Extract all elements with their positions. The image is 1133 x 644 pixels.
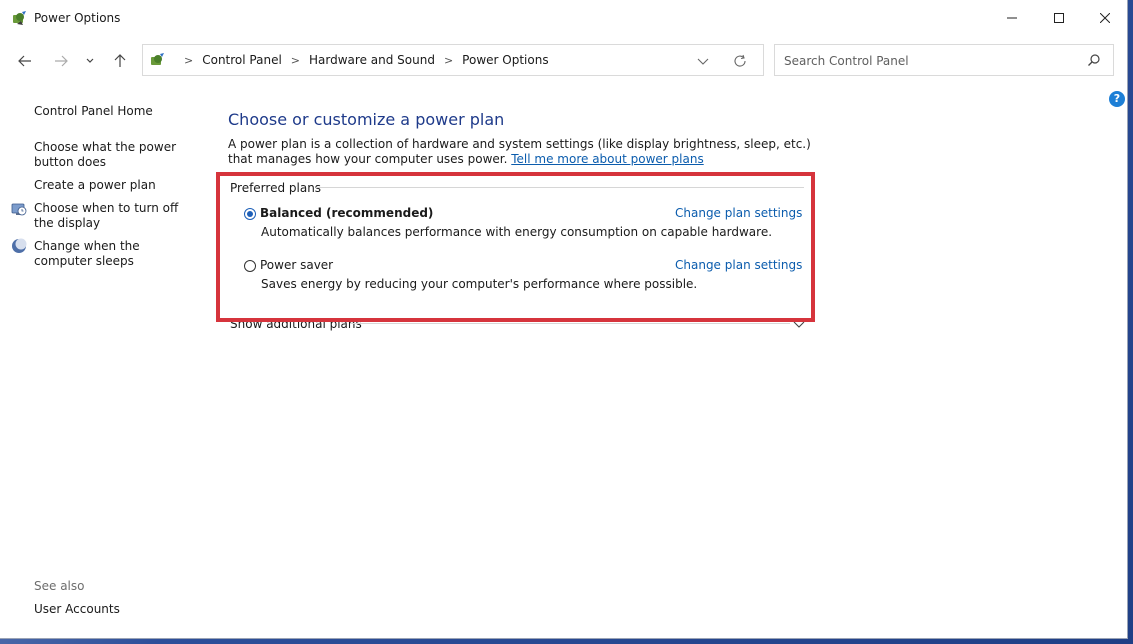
sidebar-create-plan-link[interactable]: Create a power plan <box>34 178 156 193</box>
up-button[interactable] <box>109 51 131 71</box>
back-button[interactable] <box>14 51 36 71</box>
breadcrumb-hardware-and-sound[interactable]: Hardware and Sound <box>309 53 435 67</box>
maximize-button[interactable] <box>1036 0 1082 36</box>
control-panel-icon <box>150 52 166 68</box>
help-icon[interactable]: ? <box>1109 91 1125 107</box>
recent-locations-button[interactable] <box>82 51 98 71</box>
up-arrow-icon <box>114 54 126 67</box>
sleep-moon-icon <box>11 238 27 254</box>
sidebar-control-panel-home[interactable]: Control Panel Home <box>34 104 153 119</box>
plan-description-balanced: Automatically balances performance with … <box>261 225 773 239</box>
plan-name-power-saver[interactable]: Power saver <box>260 258 333 272</box>
user-accounts-link[interactable]: User Accounts <box>34 602 120 616</box>
sidebar-computer-sleeps-link[interactable]: Change when the computer sleeps <box>34 239 194 269</box>
maximize-icon <box>1054 13 1064 23</box>
chevron-down-icon <box>86 58 94 63</box>
forward-arrow-icon <box>55 55 68 67</box>
learn-more-link[interactable]: Tell me more about power plans <box>511 152 703 166</box>
see-also-heading: See also <box>34 579 85 593</box>
minimize-button[interactable] <box>989 0 1035 36</box>
change-plan-settings-power-saver[interactable]: Change plan settings <box>675 258 802 272</box>
refresh-icon[interactable] <box>733 54 749 70</box>
plan-description-power-saver: Saves energy by reducing your computer's… <box>261 277 698 291</box>
power-options-window: Power Options > Control Panel > Hardware… <box>0 0 1128 639</box>
power-options-icon <box>12 10 28 26</box>
divider <box>350 323 790 324</box>
sidebar-power-button-link[interactable]: Choose what the power button does <box>34 140 204 170</box>
window-title: Power Options <box>34 11 121 25</box>
close-icon <box>1100 13 1110 23</box>
title-bar: Power Options <box>0 0 1127 36</box>
change-plan-settings-balanced[interactable]: Change plan settings <box>675 206 802 220</box>
page-title: Choose or customize a power plan <box>228 110 505 129</box>
minimize-icon <box>1007 17 1017 19</box>
chevron-down-icon[interactable] <box>793 318 805 328</box>
forward-button[interactable] <box>50 51 72 71</box>
balanced-radio[interactable] <box>244 208 256 220</box>
breadcrumb: > Control Panel > Hardware and Sound > P… <box>175 53 549 67</box>
power-saver-radio[interactable] <box>244 260 256 272</box>
sidebar-turn-off-display-link[interactable]: Choose when to turn off the display <box>34 201 194 231</box>
breadcrumb-control-panel[interactable]: Control Panel <box>202 53 282 67</box>
preferred-plans-label: Preferred plans <box>230 181 322 195</box>
display-clock-icon <box>11 201 27 217</box>
search-icon[interactable] <box>1087 53 1103 69</box>
breadcrumb-separator: > <box>184 53 194 67</box>
breadcrumb-separator[interactable]: > <box>444 54 453 67</box>
breadcrumb-separator[interactable]: > <box>291 54 300 67</box>
back-arrow-icon <box>18 55 31 67</box>
page-description: A power plan is a collection of hardware… <box>228 137 818 167</box>
divider <box>316 187 804 188</box>
close-button[interactable] <box>1082 0 1127 36</box>
search-placeholder: Search Control Panel <box>784 54 909 68</box>
address-bar[interactable]: > Control Panel > Hardware and Sound > P… <box>142 44 764 76</box>
breadcrumb-power-options[interactable]: Power Options <box>462 53 548 67</box>
plan-name-balanced[interactable]: Balanced (recommended) <box>260 206 433 220</box>
search-input[interactable]: Search Control Panel <box>774 44 1114 76</box>
show-additional-plans-toggle[interactable]: Show additional plans <box>230 317 362 331</box>
address-dropdown-icon[interactable] <box>697 55 711 67</box>
